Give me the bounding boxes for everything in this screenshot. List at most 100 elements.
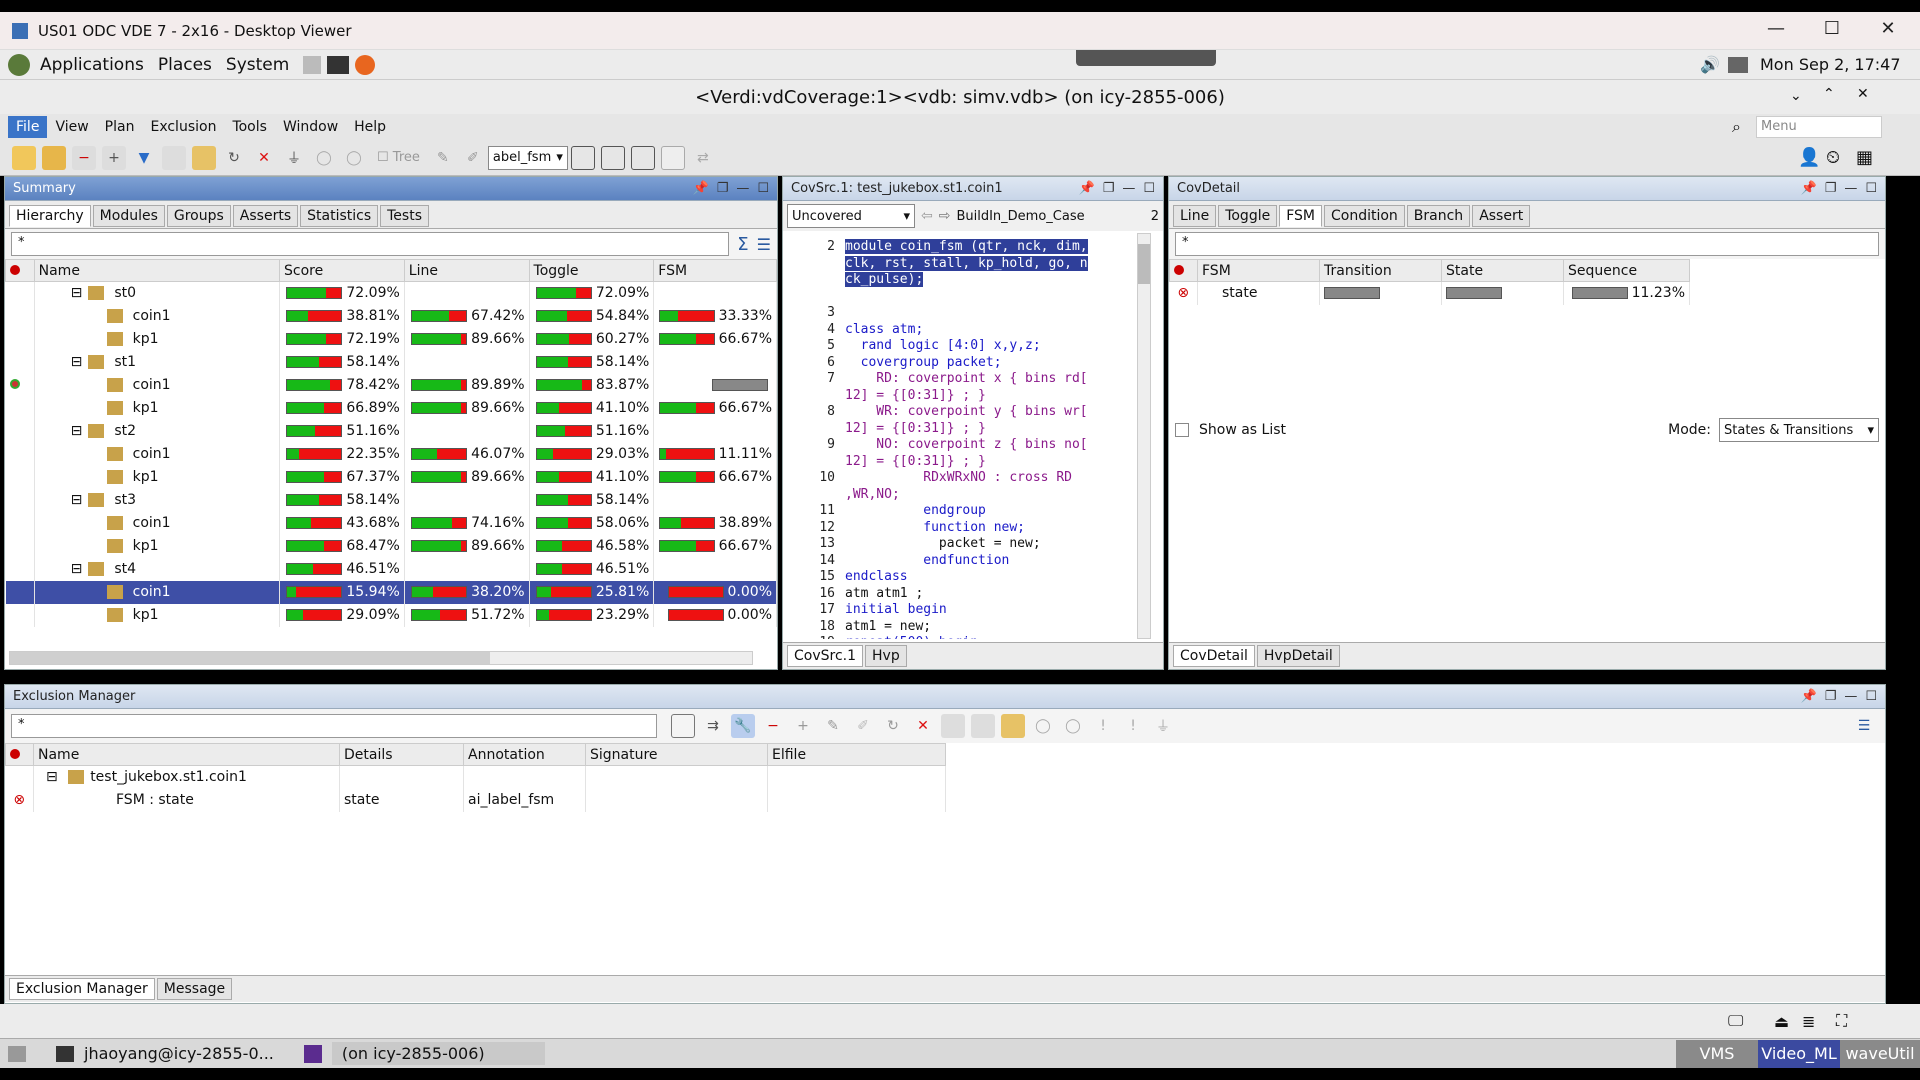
table-row[interactable]: kp1 67.37% 89.66% 41.10% 66.67% [5,465,777,489]
list-icon[interactable]: ☰ [757,235,771,254]
maximize-panel-icon[interactable]: ☐ [1143,181,1155,196]
taskbar-item-terminal[interactable]: jhaoyang@icy-2855-0... [84,1044,274,1063]
app-close-icon[interactable]: ✕ [1857,86,1869,102]
clock[interactable]: Mon Sep 2, 17:47 [1760,55,1901,74]
maximize-icon[interactable]: ☐ [1812,18,1852,39]
tab-toggle[interactable]: Toggle [1218,205,1278,227]
col-name[interactable]: Name [33,743,340,766]
tree-toggle[interactable]: ☐ Tree [377,150,420,165]
col-details[interactable]: Details [339,743,464,766]
delete-icon[interactable]: ✕ [252,146,276,170]
terminal-icon[interactable] [327,55,350,74]
ex-delete-icon[interactable]: ✕ [911,714,935,738]
system-menu[interactable]: System [226,55,289,75]
label-combo[interactable]: abel_fsm ▾ [487,145,568,170]
workspace-waveutil[interactable]: waveUtil [1840,1039,1920,1068]
pin-icon[interactable]: 📌 [693,181,709,196]
menu-plan[interactable]: Plan [97,116,143,138]
exclusion-filter-input[interactable]: * [11,714,657,738]
menu-search-icon[interactable]: ⌕ [1732,117,1741,137]
covdetail-filter-input[interactable]: * [1175,232,1879,256]
maximize-panel-icon[interactable]: ☐ [757,181,769,196]
table-row[interactable]: ⊟ st4 46.51% 46.51% [5,557,777,581]
collapse-icon[interactable]: ⊟ [46,769,58,785]
collapse-icon[interactable]: ⊟ [71,561,83,577]
gnome-foot-icon[interactable] [8,53,30,76]
ex-bang2-icon[interactable]: ! [1121,714,1145,738]
tab-covsrc1[interactable]: CovSrc.1 [787,645,864,667]
table-row[interactable]: ⊗ FSM : state state ai_label_fsm [5,788,946,812]
show-desktop-icon[interactable] [8,1045,26,1062]
wrench-icon[interactable]: 🔧 [731,714,755,738]
ex-pencil-icon[interactable]: ✐ [851,714,875,738]
table-row[interactable]: coin1 38.81% 67.42% 54.84% 33.33% [5,304,777,328]
menu-help[interactable]: Help [346,116,394,138]
tab-line[interactable]: Line [1173,205,1217,227]
float-icon[interactable]: ❐ [1825,181,1837,196]
col-fsm[interactable]: FSM [653,259,777,282]
tab-statistics[interactable]: Statistics [300,205,379,227]
source-code-view[interactable]: 2 module coin_fsm (qtr, nck, dim, clk, rst… [783,233,1135,639]
tab-message[interactable]: Message [156,978,233,1000]
maximize-panel-icon[interactable]: ☐ [1865,181,1877,196]
menu-exclusion[interactable]: Exclusion [142,116,224,138]
table-row[interactable]: kp1 68.47% 89.66% 46.58% 66.67% [5,534,777,558]
tab-branch[interactable]: Branch [1406,205,1471,227]
load-icon[interactable] [192,145,216,170]
applications-menu[interactable]: Applications [40,55,144,75]
places-menu[interactable]: Places [158,55,212,75]
ex-add-icon[interactable]: + [791,714,815,738]
minimize-panel-icon[interactable]: — [1844,689,1857,704]
col-annotation[interactable]: Annotation [463,743,586,766]
table-row[interactable]: ⊗ state 11.23% [1169,281,1690,305]
minimize-panel-icon[interactable]: — [736,181,749,196]
app-min-icon[interactable]: ⌄ [1790,88,1802,104]
table-row[interactable]: ⊟ st3 58.14% 58.14% [5,488,777,512]
table-row[interactable]: kp1 29.09% 51.72% 23.29% 0.00% [5,603,777,627]
minimize-icon[interactable]: — [1756,18,1796,39]
circle-icon[interactable]: ◯ [312,146,336,170]
menu-view[interactable]: View [47,116,96,138]
tab-tests[interactable]: Tests [380,205,429,227]
collapse-icon[interactable]: ⊟ [71,423,83,439]
app-max-icon[interactable]: ⌃ [1823,86,1835,102]
close-icon[interactable]: ✕ [1868,18,1908,39]
collapse-icon[interactable]: ⊟ [71,285,83,301]
filter-icon[interactable]: ▼ [132,146,156,170]
grid-icon[interactable]: ▦ [1856,147,1873,168]
ex-tool-2[interactable]: ⇉ [701,714,725,738]
viewer-drag-handle[interactable] [1076,50,1216,66]
float-icon[interactable]: ❐ [717,181,729,196]
summary-hscrollbar[interactable] [9,651,753,665]
user-icon[interactable]: 👤 [1798,147,1820,168]
col-fsm[interactable]: FSM [1197,259,1320,282]
col-toggle[interactable]: Toggle [528,259,655,282]
table-row[interactable]: coin1 15.94% 38.20% 25.81% 0.00% [5,580,777,604]
forward-icon[interactable]: ⇨ [939,208,951,224]
window-icon-2[interactable] [600,145,625,170]
tab-modules[interactable]: Modules [92,205,165,227]
summary-filter-input[interactable]: * [11,232,730,256]
col-elfile[interactable]: Elfile [767,743,946,766]
layers-icon[interactable]: ≣ [1802,1012,1815,1031]
col-sequence[interactable]: Sequence [1563,259,1690,282]
ex-tool-1[interactable] [671,714,695,738]
col-signature[interactable]: Signature [585,743,768,766]
edit-icon[interactable]: ✎ [431,146,455,170]
status-col-header[interactable] [1169,259,1198,282]
ex-circle-icon[interactable]: ◯ [1031,714,1055,738]
workspace-video-ml[interactable]: Video_ML [1758,1039,1840,1068]
case-field[interactable]: BuildIn_Demo_Case [956,209,1084,224]
fullscreen-icon[interactable]: ⛶ [1836,1011,1847,1031]
ex-filter-icon[interactable]: ⏚ [1151,714,1175,738]
taskbar-item-verdi[interactable]: (on icy-2855-006) [331,1042,545,1065]
ex-edit-icon[interactable]: ✎ [821,714,845,738]
menu-file[interactable]: File [8,116,48,138]
table-row[interactable]: coin1 22.35% 46.07% 29.03% 11.11% [5,442,777,466]
dock-icon[interactable]: ⏏ [1774,1012,1789,1031]
network-icon[interactable] [1728,56,1748,73]
col-state[interactable]: State [1441,259,1564,282]
col-line[interactable]: Line [403,259,530,282]
col-transition[interactable]: Transition [1319,259,1442,282]
minimize-panel-icon[interactable]: — [1122,181,1135,196]
